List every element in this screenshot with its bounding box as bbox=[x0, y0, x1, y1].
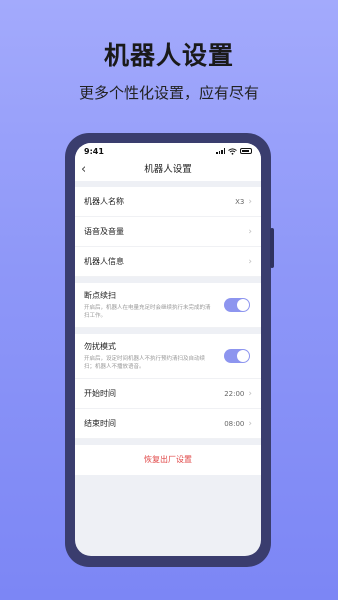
chevron-right-icon: › bbox=[248, 388, 252, 399]
dnd-toggle[interactable] bbox=[224, 349, 250, 363]
battery-icon bbox=[240, 148, 252, 154]
setting-row-start-time[interactable]: 开始时间 22:00 › bbox=[75, 379, 261, 409]
setting-row-robot-info[interactable]: 机器人信息 › bbox=[75, 247, 261, 277]
robot-name-label: 机器人名称 bbox=[84, 197, 124, 206]
toggle-knob bbox=[237, 350, 249, 362]
toggle-knob bbox=[237, 299, 249, 311]
back-icon[interactable]: ‹ bbox=[81, 159, 86, 181]
robot-info-section: 机器人名称 X3 › 语音及音量 › 机器人信息 › bbox=[75, 187, 261, 277]
breakpoint-section: 断点续扫 开启后，机器人在电量充足时会继续执行未完成的清扫工作。 bbox=[75, 283, 261, 328]
signal-icon bbox=[216, 148, 225, 154]
chevron-right-icon: › bbox=[248, 418, 252, 429]
nav-bar: ‹ 机器人设置 bbox=[75, 159, 261, 181]
setting-dnd-mode: 勿扰模式 开启后，设定时间机器人不执行预约清扫及自动续扫；机器人不播放语音。 bbox=[75, 334, 261, 379]
phone-screen: 9:41 ‹ 机器人设置 机器人名称 X3 › 语音及音量 › 机器人信息 › … bbox=[75, 143, 261, 556]
wifi-icon bbox=[228, 147, 237, 155]
promo-title: 机器人设置 bbox=[103, 41, 234, 70]
setting-row-end-time[interactable]: 结束时间 08:00 › bbox=[75, 409, 261, 439]
nav-title: 机器人设置 bbox=[144, 164, 192, 175]
setting-breakpoint-resume: 断点续扫 开启后，机器人在电量充足时会继续执行未完成的清扫工作。 bbox=[75, 283, 261, 328]
start-time-value: 22:00 bbox=[224, 389, 245, 398]
phone-frame: 9:41 ‹ 机器人设置 机器人名称 X3 › 语音及音量 › 机器人信息 › … bbox=[65, 133, 274, 567]
phone-side-button bbox=[270, 228, 274, 268]
chevron-right-icon: › bbox=[248, 256, 252, 267]
breakpoint-title: 断点续扫 bbox=[84, 291, 116, 300]
breakpoint-desc: 开启后，机器人在电量充足时会继续执行未完成的清扫工作。 bbox=[84, 305, 211, 319]
dnd-section: 勿扰模式 开启后，设定时间机器人不执行预约清扫及自动续扫；机器人不播放语音。 开… bbox=[75, 334, 261, 439]
setting-row-robot-name[interactable]: 机器人名称 X3 › bbox=[75, 187, 261, 217]
voice-volume-label: 语音及音量 bbox=[84, 227, 124, 236]
robot-name-value: X3 bbox=[235, 197, 245, 206]
dnd-title: 勿扰模式 bbox=[84, 342, 116, 351]
factory-reset-button[interactable]: 恢复出厂设置 bbox=[75, 445, 261, 475]
promo-subtitle: 更多个性化设置，应有尽有 bbox=[78, 84, 259, 102]
setting-row-voice-volume[interactable]: 语音及音量 › bbox=[75, 217, 261, 247]
robot-info-label: 机器人信息 bbox=[84, 257, 124, 266]
dnd-desc: 开启后，设定时间机器人不执行预约清扫及自动续扫；机器人不播放语音。 bbox=[84, 356, 206, 370]
status-bar: 9:41 bbox=[75, 143, 261, 159]
status-time: 9:41 bbox=[84, 146, 104, 156]
status-icons bbox=[216, 147, 252, 155]
start-time-label: 开始时间 bbox=[84, 389, 116, 398]
chevron-right-icon: › bbox=[248, 226, 252, 237]
end-time-label: 结束时间 bbox=[84, 419, 116, 428]
end-time-value: 08:00 bbox=[224, 419, 245, 428]
chevron-right-icon: › bbox=[248, 196, 252, 207]
breakpoint-toggle[interactable] bbox=[224, 298, 250, 312]
